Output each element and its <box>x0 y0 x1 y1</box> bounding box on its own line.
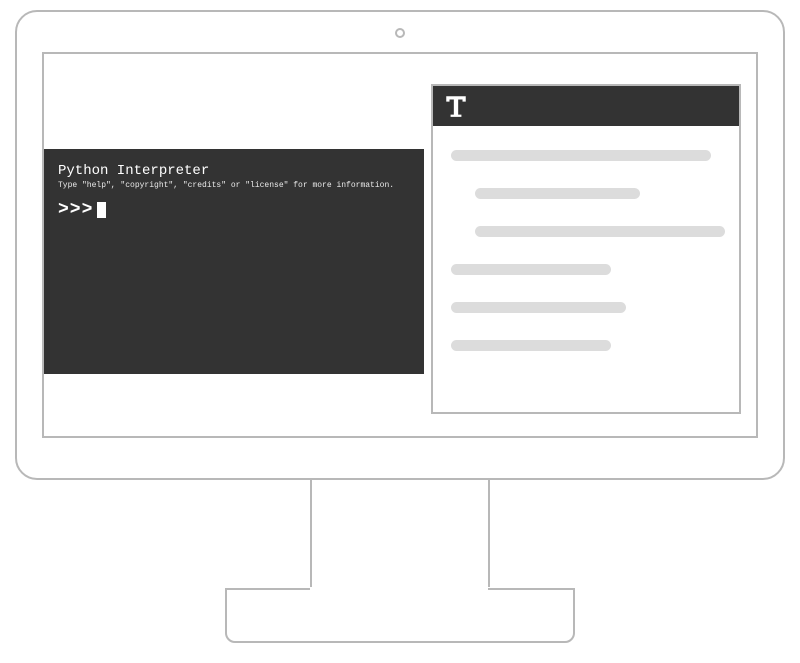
text-line-placeholder <box>451 340 611 351</box>
prompt-symbol: >>> <box>58 200 93 220</box>
terminal-prompt-line[interactable]: >>> <box>58 200 410 220</box>
terminal-help-text: Type "help", "copyright", "credits" or "… <box>58 181 410 190</box>
text-line-placeholder <box>451 302 626 313</box>
camera-icon <box>395 28 405 38</box>
text-line-placeholder <box>451 264 611 275</box>
monitor-illustration: Python Interpreter Type "help", "copyrig… <box>15 10 785 650</box>
text-document-window[interactable] <box>431 84 741 414</box>
cursor-icon <box>97 202 106 218</box>
text-line-placeholder <box>475 226 725 237</box>
monitor-bezel: Python Interpreter Type "help", "copyrig… <box>15 10 785 480</box>
doc-header <box>433 86 739 126</box>
text-icon <box>443 93 469 119</box>
doc-body <box>433 126 739 402</box>
terminal-title: Python Interpreter <box>58 163 410 179</box>
terminal-window[interactable]: Python Interpreter Type "help", "copyrig… <box>44 149 424 374</box>
monitor-screen: Python Interpreter Type "help", "copyrig… <box>42 52 758 438</box>
monitor-neck <box>310 478 490 588</box>
text-line-placeholder <box>451 150 711 161</box>
text-line-placeholder <box>475 188 640 199</box>
monitor-stand <box>225 588 575 643</box>
